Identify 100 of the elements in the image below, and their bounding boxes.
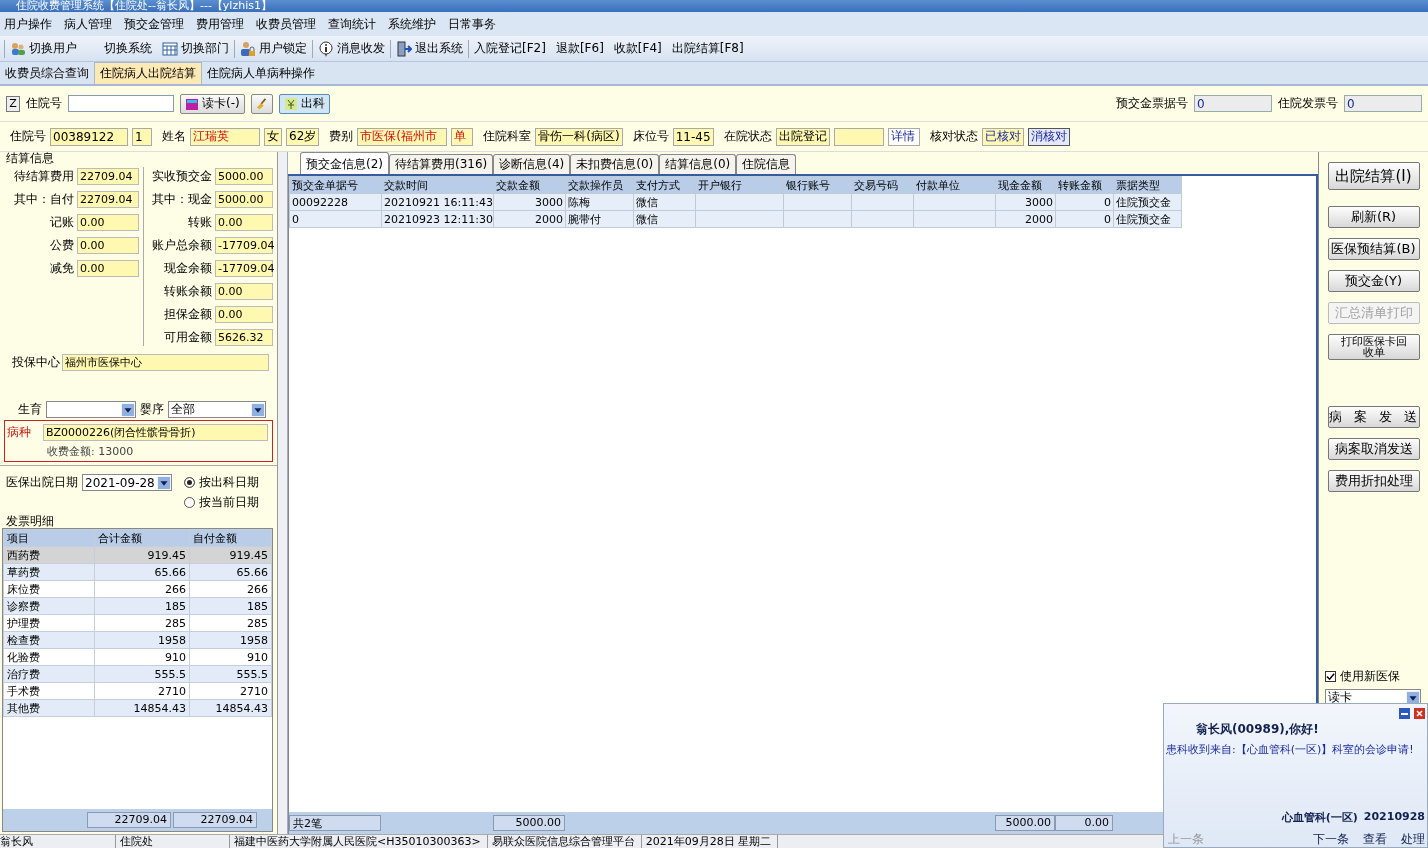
data-tab[interactable]: 未扣费信息(0)	[570, 154, 660, 174]
details-link[interactable]: 详情	[887, 127, 920, 146]
toolbar-button[interactable]: 出院结算[F8]	[666, 40, 749, 57]
disease-field[interactable]: BZ0000226(闭合性髌骨骨折)	[43, 424, 268, 441]
action-button[interactable]: 刷新(R)	[1327, 206, 1420, 228]
data-tab[interactable]: 待结算费用(316)	[389, 154, 494, 174]
amount-field[interactable]: -17709.04	[215, 259, 273, 277]
z-button[interactable]: Z	[6, 95, 20, 112]
page-tab[interactable]: 收费员综合查询	[0, 63, 94, 84]
patient-field[interactable]: 女	[264, 127, 282, 146]
amount-field[interactable]: 5000.00	[215, 167, 273, 185]
menu-item[interactable]: 用户操作	[0, 15, 60, 33]
column-header: 支付方式	[633, 176, 696, 194]
amount-field[interactable]: 5626.32	[215, 328, 273, 346]
data-tab[interactable]: 结算信息(0)	[659, 154, 737, 174]
notification-message: 患科收到来自:【心血管科(一区)】科室的会诊申请!	[1166, 744, 1415, 755]
table-cell: 266	[189, 580, 272, 598]
menu-item[interactable]: 病人管理	[60, 15, 120, 33]
field-label: 住院科室	[483, 128, 532, 145]
menu-item[interactable]: 预交金管理	[120, 15, 192, 33]
menu-item[interactable]: 日常事务	[444, 15, 504, 33]
toolbar-button[interactable]: 切换系统	[82, 40, 157, 57]
new-insurance-checkbox[interactable]: 使用新医保	[1325, 668, 1400, 689]
notice-link[interactable]: 处理	[1401, 831, 1425, 847]
amount-field[interactable]: 0.00	[77, 259, 139, 277]
field-label: 减免	[50, 259, 74, 277]
radio-option[interactable]: 按当前日期	[184, 494, 259, 511]
page-tab[interactable]: 住院病人出院结算	[94, 62, 202, 84]
toolbar-button[interactable]: 退款[F6]	[550, 40, 609, 57]
hospital-number-field[interactable]	[68, 95, 174, 112]
invoice-number-field[interactable]: 0	[1344, 95, 1422, 112]
column-header: 现金金额	[995, 176, 1056, 194]
action-button[interactable]: 打印医保卡回收单	[1327, 334, 1420, 360]
total-cell: 22709.04	[173, 812, 257, 828]
footer-cell: 共2笔	[289, 815, 381, 831]
field-label: 费别	[329, 128, 354, 145]
out-dept-button[interactable]: 出科	[278, 93, 330, 114]
toolbar-button[interactable]: 切换部门	[157, 40, 234, 57]
toolbar-button[interactable]: 收款[F4]	[608, 40, 667, 57]
notice-link[interactable]: 查看	[1363, 831, 1387, 847]
action-button[interactable]: 预交金(Y)	[1327, 270, 1420, 292]
page-tab[interactable]: 住院病人单病种操作	[202, 63, 320, 84]
cancel-check-button[interactable]: 消核对	[1027, 127, 1070, 146]
action-button[interactable]: 医保预结算(B)	[1327, 238, 1420, 260]
amount-field[interactable]: 0.00	[215, 282, 273, 300]
field-label: 转账余额	[164, 282, 212, 300]
action-button[interactable]: 病 案 发 送	[1327, 406, 1420, 428]
toolbar-button[interactable]: 入院登记[F2]	[469, 40, 551, 57]
amount-field[interactable]: 0.00	[77, 236, 139, 254]
action-button[interactable]: 出院结算(I)	[1327, 162, 1420, 190]
menu-item[interactable]: 收费员管理	[252, 15, 324, 33]
patient-field[interactable]: 出院登记	[775, 127, 830, 146]
table-cell: 手术费	[3, 682, 95, 700]
info-icon	[318, 40, 334, 57]
toolbar-button[interactable]: 切换用户	[5, 40, 82, 57]
toolbar-button[interactable]: 用户锁定	[235, 40, 312, 57]
column-header: 银行账号	[783, 176, 852, 194]
birth-dropdown[interactable]	[46, 401, 136, 418]
patient-field[interactable]: 00389122	[50, 127, 128, 146]
status-text: 易联众医院信息综合管理平台	[491, 835, 642, 848]
read-card-button[interactable]: 读卡(-)	[180, 93, 245, 114]
patient-field[interactable]: 骨伤一科(病区)	[535, 127, 623, 146]
broom-button[interactable]	[250, 93, 273, 114]
radio-option[interactable]: 按出科日期	[184, 474, 259, 491]
toolbar-button[interactable]: 退出系统	[391, 40, 468, 57]
infant-order-dropdown[interactable]: 全部	[168, 401, 266, 418]
amount-field[interactable]: 0.00	[215, 305, 273, 323]
patient-field: 单	[451, 127, 474, 146]
exit-door-icon	[396, 40, 412, 57]
amount-field[interactable]: 0.00	[77, 213, 139, 231]
data-tab[interactable]: 诊断信息(4)	[493, 154, 571, 174]
menu-item[interactable]: 系统维护	[384, 15, 444, 33]
amount-field[interactable]: 0.00	[215, 213, 273, 231]
notice-link[interactable]: 下一条	[1313, 831, 1349, 847]
date-dropdown[interactable]: 2021-09-28	[82, 474, 172, 491]
patient-field[interactable]	[833, 127, 884, 146]
amount-field[interactable]: -17709.04	[215, 236, 273, 254]
insurer-field[interactable]: 福州市医保中心	[62, 354, 269, 371]
close-icon	[1414, 708, 1425, 719]
footer-cell: 5000.00	[493, 815, 565, 831]
toolbar-button[interactable]: 消息收发	[313, 40, 390, 57]
invoice-number-label: 住院发票号	[1278, 95, 1338, 112]
action-button[interactable]: 病案取消发送	[1327, 438, 1420, 460]
amount-field[interactable]: 22709.04	[77, 190, 139, 208]
amount-field[interactable]: 5000.00	[215, 190, 273, 208]
menu-item[interactable]: 查询统计	[324, 15, 384, 33]
action-button[interactable]: 费用折扣处理	[1327, 470, 1420, 492]
patient-field[interactable]: 11-45	[672, 127, 714, 146]
data-tab[interactable]: 预交金信息(2)	[300, 152, 389, 174]
patient-field: 江瑞英	[190, 127, 260, 146]
deposit-receipt-field[interactable]: 0	[1194, 95, 1272, 112]
menu-item[interactable]: 费用管理	[192, 15, 252, 33]
table-cell: 285	[94, 614, 190, 632]
splitter-bar[interactable]	[278, 152, 288, 834]
patient-field[interactable]: 1	[132, 127, 152, 146]
column-header: 项目	[3, 529, 95, 547]
amount-field[interactable]: 22709.04	[77, 167, 139, 185]
patient-field[interactable]: 62岁	[286, 127, 320, 146]
field-label: 账户总余额	[152, 236, 212, 254]
data-tab[interactable]: 住院信息	[736, 154, 797, 174]
